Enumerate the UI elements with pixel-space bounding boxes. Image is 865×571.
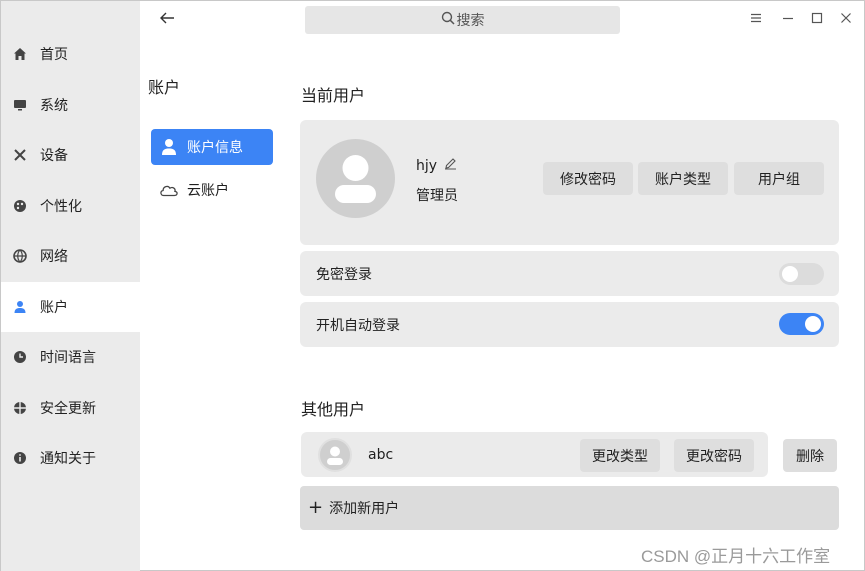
current-user-name-row: hjy (416, 157, 457, 174)
watermark: CSDN @正月十六工作室 (641, 547, 831, 566)
clock-icon (13, 350, 27, 364)
close-button[interactable] (835, 9, 857, 31)
back-button[interactable] (153, 7, 181, 33)
pencil-icon (444, 157, 457, 174)
search-input[interactable]: 搜索 (305, 6, 620, 34)
current-user-name: hjy (416, 157, 438, 174)
add-user-button[interactable]: + 添加新用户 (300, 486, 839, 530)
auto-login-toggle[interactable] (779, 313, 824, 335)
change-type-button[interactable]: 更改类型 (580, 439, 660, 472)
avatar (318, 438, 352, 472)
user-group-button[interactable]: 用户组 (734, 162, 824, 195)
palette-icon (13, 199, 27, 213)
plus-icon: + (308, 497, 324, 518)
toggle-knob (805, 316, 821, 332)
menu-icon (750, 12, 762, 28)
sidebar-item-label: 安全更新 (40, 401, 96, 417)
minimize-button[interactable] (777, 9, 799, 31)
info-icon (13, 451, 27, 465)
current-user-title: 当前用户 (301, 86, 366, 105)
user-icon (13, 300, 27, 314)
sidebar-item-notifications-about[interactable]: 通知关于 (1, 433, 140, 483)
sidebar-item-label: 系统 (40, 98, 68, 114)
sidebar-item-devices[interactable]: 设备 (1, 130, 140, 180)
sidebar-item-security-update[interactable]: 安全更新 (1, 383, 140, 433)
subnav-label: 云账户 (187, 183, 229, 199)
sidebar-item-system[interactable]: 系统 (1, 80, 140, 130)
change-password-button[interactable]: 修改密码 (543, 162, 633, 195)
auto-login-label: 开机自动登录 (316, 318, 400, 334)
search-icon (441, 11, 455, 29)
sidebar-item-accounts[interactable]: 账户 (1, 282, 140, 332)
passwordless-login-row (300, 251, 839, 296)
avatar[interactable] (316, 139, 395, 218)
sidebar-item-home[interactable]: 首页 (1, 29, 140, 79)
cloud-icon (159, 180, 179, 200)
maximize-icon (811, 12, 823, 28)
delete-user-button[interactable]: 删除 (783, 439, 837, 472)
tools-icon (13, 148, 27, 162)
subnav-cloud-account[interactable]: 云账户 (151, 172, 273, 208)
sidebar-item-network[interactable]: 网络 (1, 231, 140, 281)
main-sidebar: 首页 系统 设备 个性化 网络 账户 时间语言 安全更新 通知关于 (1, 1, 140, 571)
globe-icon (13, 249, 27, 263)
other-users-title: 其他用户 (301, 400, 366, 419)
sidebar-item-label: 时间语言 (40, 350, 96, 366)
menu-button[interactable] (745, 9, 767, 31)
maximize-button[interactable] (806, 9, 828, 31)
passwordless-login-toggle[interactable] (779, 263, 824, 285)
user-icon (159, 137, 179, 157)
accounts-panel-title: 账户 (148, 78, 181, 97)
sidebar-item-label: 账户 (40, 300, 68, 316)
current-user-role: 管理员 (416, 188, 458, 204)
add-user-label: 添加新用户 (329, 501, 400, 517)
search-placeholder: 搜索 (456, 13, 485, 29)
edit-name-button[interactable] (444, 157, 457, 174)
close-icon (840, 12, 852, 28)
toggle-knob (782, 266, 798, 282)
home-icon (13, 47, 27, 61)
arrow-left-icon (159, 11, 175, 29)
other-user-name: abc (368, 447, 394, 463)
sidebar-item-label: 网络 (40, 249, 68, 265)
monitor-icon (13, 98, 27, 112)
sidebar-item-label: 设备 (40, 148, 68, 164)
subnav-account-info[interactable]: 账户信息 (151, 129, 273, 165)
account-type-button[interactable]: 账户类型 (638, 162, 728, 195)
change-user-password-button[interactable]: 更改密码 (674, 439, 754, 472)
user-avatar-icon (327, 446, 343, 465)
minimize-icon (782, 12, 794, 28)
passwordless-login-label: 免密登录 (316, 267, 372, 283)
shield-icon (13, 401, 27, 415)
sidebar-item-label: 通知关于 (40, 451, 96, 467)
sidebar-item-time-language[interactable]: 时间语言 (1, 332, 140, 382)
sidebar-item-label: 个性化 (40, 199, 82, 215)
sidebar-item-personalization[interactable]: 个性化 (1, 181, 140, 231)
subnav-label: 账户信息 (187, 140, 243, 156)
settings-window: 首页 系统 设备 个性化 网络 账户 时间语言 安全更新 通知关于 搜索 账户 … (0, 0, 865, 571)
sidebar-item-label: 首页 (40, 47, 68, 63)
user-avatar-icon (335, 155, 376, 203)
